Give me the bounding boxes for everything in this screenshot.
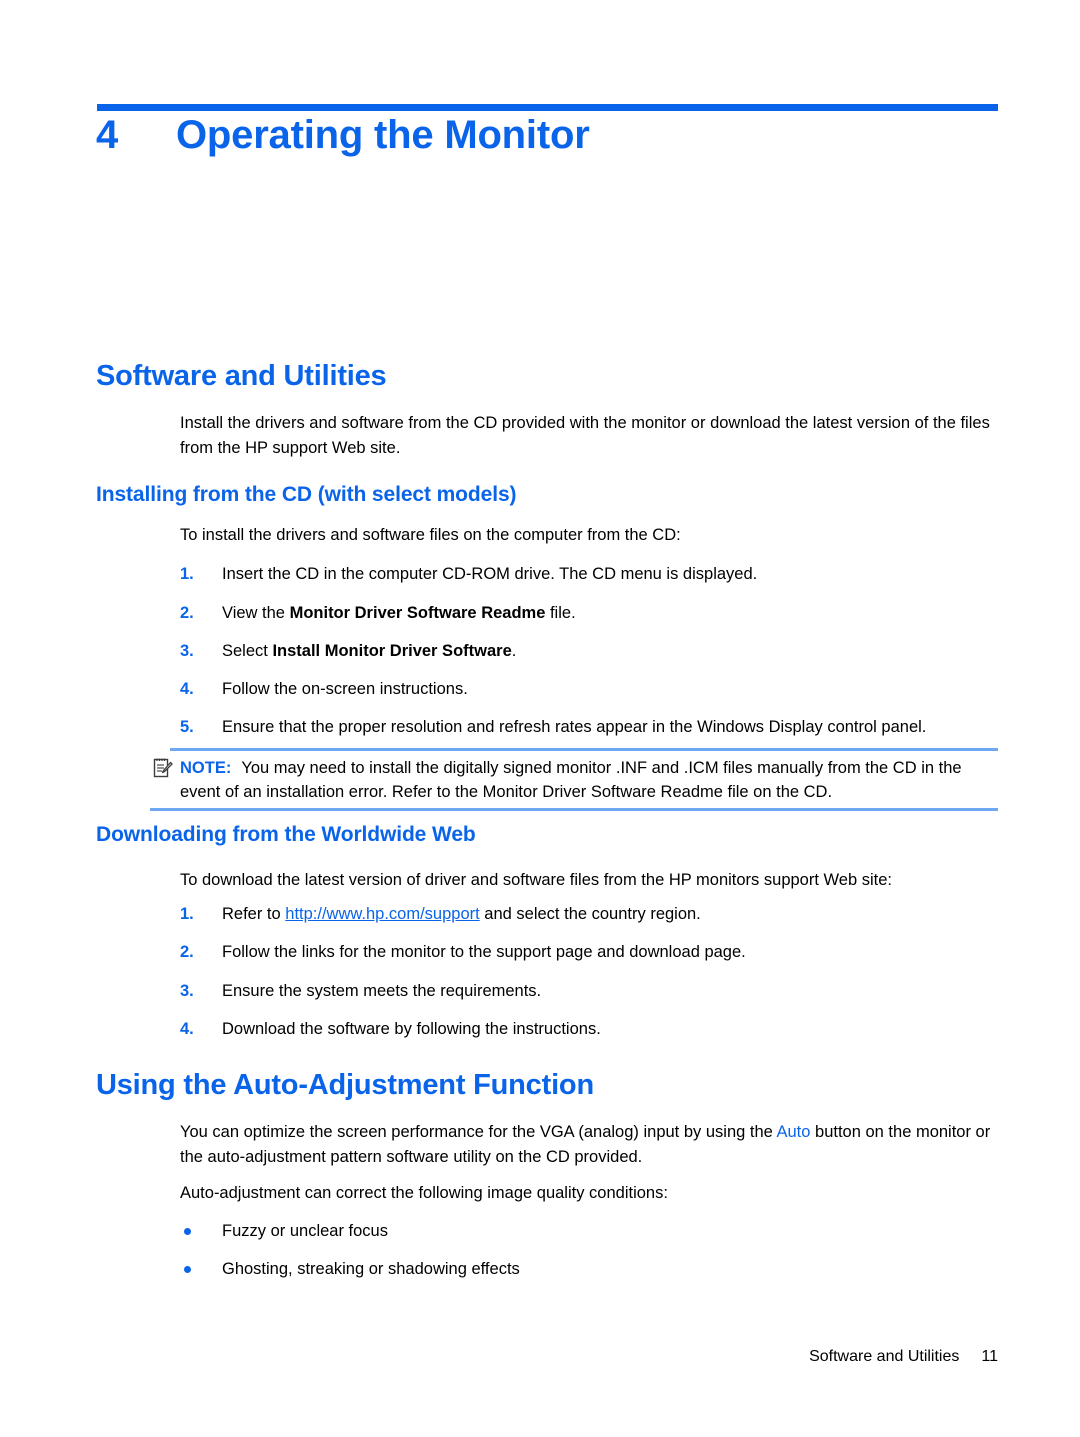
list-marker: 3.	[180, 982, 194, 1000]
step-text: Follow the links for the monitor to the …	[222, 943, 746, 961]
auto-para-pre: You can optimize the screen performance …	[180, 1123, 777, 1141]
step-text-pre: Refer to	[222, 905, 286, 923]
heading-downloading-from-web: Downloading from the Worldwide Web	[96, 823, 476, 846]
list-item-text: Ensure that the proper resolution and re…	[222, 715, 1000, 740]
note-body: NOTE: You may need to install the digital…	[150, 751, 998, 808]
step-text-post: .	[511, 642, 517, 660]
list-item-text: Fuzzy or unclear focus	[222, 1222, 388, 1240]
list-item-text: Follow the links for the monitor to the …	[222, 940, 1000, 965]
list-marker: 5.	[180, 718, 194, 736]
note-label: NOTE:	[180, 759, 232, 777]
list-marker: 4.	[180, 680, 194, 698]
list-item: 3. Select Install Monitor Driver Softwar…	[180, 639, 1000, 664]
note-rule-bottom	[150, 808, 998, 811]
paragraph-auto-adjustment-1: You can optimize the screen performance …	[180, 1120, 1000, 1170]
auto-button-reference: Auto	[776, 1123, 811, 1141]
heading-auto-adjustment: Using the Auto-Adjustment Function	[96, 1069, 594, 1101]
list-item-text: Download the software by following the i…	[222, 1017, 1000, 1042]
list-item: 2. Follow the links for the monitor to t…	[180, 940, 1000, 965]
list-item-text: Ghosting, streaking or shadowing effects	[222, 1260, 520, 1278]
step-text-bold: Monitor Driver Software Readme	[289, 604, 546, 622]
paragraph-downloading-intro: To download the latest version of driver…	[180, 871, 892, 889]
list-item: Fuzzy or unclear focus	[180, 1219, 1000, 1244]
list-item: 3. Ensure the system meets the requireme…	[180, 979, 1000, 1004]
list-item: 1. Refer to http://www.hp.com/support an…	[180, 902, 1000, 927]
note-message: You may need to install the digitally si…	[180, 759, 962, 801]
list-marker: 1.	[180, 905, 194, 923]
chapter-title: 4 Operating the Monitor	[96, 113, 1006, 158]
paragraph-installing-intro: To install the drivers and software file…	[180, 526, 681, 544]
footer-page-number: 11	[981, 1348, 998, 1365]
step-text: Follow the on-screen instructions.	[222, 680, 468, 698]
list-item-text: View the Monitor Driver Software Readme …	[222, 601, 1000, 626]
list-item-text: Select Install Monitor Driver Software.	[222, 639, 1000, 664]
step-text-post: file.	[545, 604, 576, 622]
chapter-rule	[97, 104, 998, 111]
heading-software-and-utilities: Software and Utilities	[96, 360, 387, 392]
list-marker: 2.	[180, 604, 194, 622]
chapter-number: 4	[96, 113, 119, 157]
list-item-text: Insert the CD in the computer CD-ROM dri…	[222, 562, 1000, 587]
step-text: Ensure the system meets the requirements…	[222, 982, 542, 1000]
bullet-icon	[184, 1228, 191, 1235]
list-item-text: Follow the on-screen instructions.	[222, 677, 1000, 702]
list-marker: 3.	[180, 642, 194, 660]
heading-installing-from-cd: Installing from the CD (with select mode…	[96, 483, 517, 506]
list-item: Ghosting, streaking or shadowing effects	[180, 1257, 1000, 1282]
note-text: NOTE: You may need to install the digital…	[180, 756, 998, 804]
step-text-bold: Install Monitor Driver Software	[272, 642, 512, 660]
paragraph-auto-adjustment-2: Auto-adjustment can correct the followin…	[180, 1184, 668, 1202]
list-item-text: Ensure the system meets the requirements…	[222, 979, 1000, 1004]
list-item-text: Refer to http://www.hp.com/support and s…	[222, 902, 1000, 927]
note-callout: NOTE: You may need to install the digital…	[150, 748, 998, 811]
step-text-pre: View the	[222, 604, 290, 622]
note-pencil-icon	[152, 757, 174, 779]
chapter-title-text: Operating the Monitor	[176, 113, 590, 157]
list-marker: 2.	[180, 943, 194, 961]
list-item: 4. Download the software by following th…	[180, 1017, 1000, 1042]
list-marker: 1.	[180, 565, 194, 583]
step-text-pre: Select	[222, 642, 273, 660]
bullet-icon	[184, 1266, 191, 1273]
step-text-post: and select the country region.	[479, 905, 701, 923]
list-marker: 4.	[180, 1020, 194, 1038]
page-footer: Software and Utilities 11	[0, 1348, 998, 1366]
document-page: 4 Operating the Monitor Software and Util…	[0, 0, 1080, 1437]
list-item: 4. Follow the on-screen instructions.	[180, 677, 1000, 702]
step-text: Download the software by following the i…	[222, 1020, 601, 1038]
list-item: 1. Insert the CD in the computer CD-ROM …	[180, 562, 1000, 587]
step-text: Insert the CD in the computer CD-ROM dri…	[222, 565, 758, 583]
step-text: Ensure that the proper resolution and re…	[222, 718, 927, 736]
list-item: 5. Ensure that the proper resolution and…	[180, 715, 1000, 740]
hp-support-link[interactable]: http://www.hp.com/support	[285, 905, 479, 923]
list-item: 2. View the Monitor Driver Software Read…	[180, 601, 1000, 626]
footer-section-title: Software and Utilities	[809, 1348, 960, 1365]
paragraph-software-intro: Install the drivers and software from th…	[180, 414, 990, 457]
